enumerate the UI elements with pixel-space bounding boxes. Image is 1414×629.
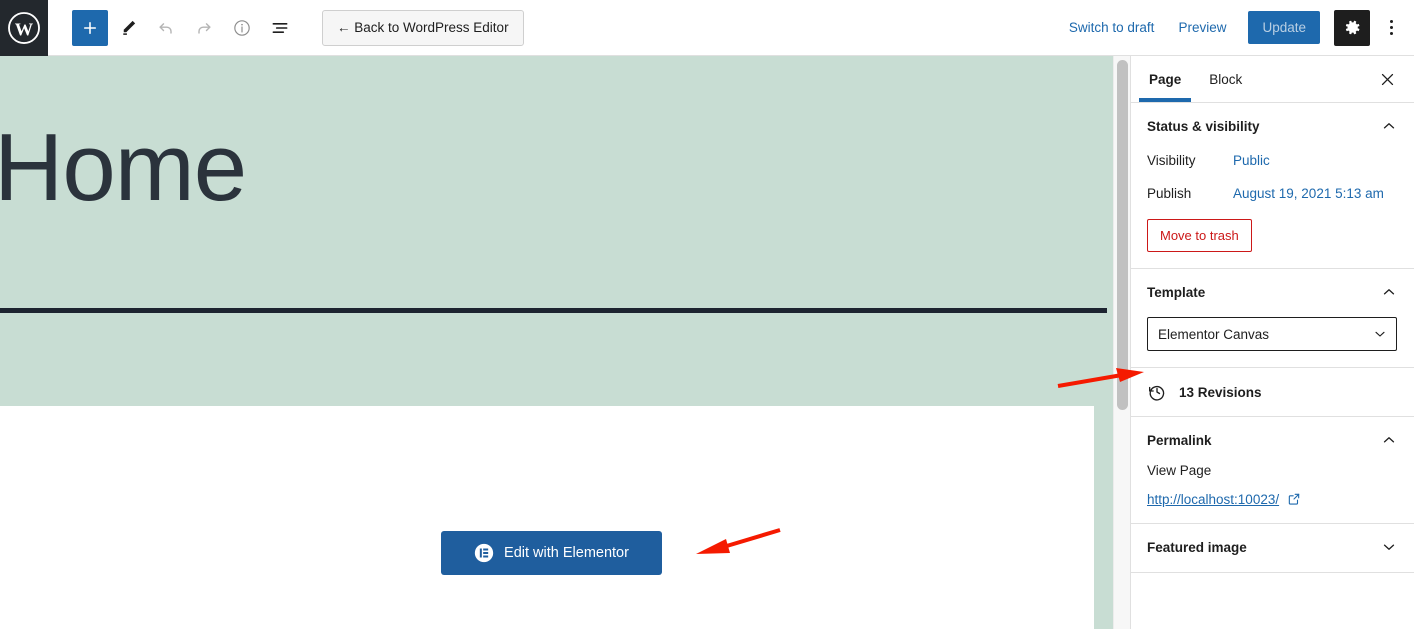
- plus-icon: [83, 21, 97, 34]
- panel-status-visibility: Status & visibility Visibility Public Pu…: [1131, 103, 1414, 269]
- row-publish: Publish August 19, 2021 5:13 am: [1147, 186, 1398, 201]
- chevron-up-icon: [1383, 289, 1395, 295]
- canvas-scrollbar[interactable]: [1113, 56, 1130, 629]
- row-visibility: Visibility Public: [1147, 153, 1398, 168]
- undo-icon: [159, 22, 172, 34]
- history-icon: [1149, 385, 1165, 401]
- view-page-label: View Page: [1147, 463, 1212, 478]
- toolbar-right-group: Switch to draft Preview Update: [1057, 0, 1414, 56]
- close-sidebar-button[interactable]: [1370, 62, 1404, 96]
- panel-featured-image: Featured image: [1131, 524, 1414, 573]
- sidebar-tabs: Page Block: [1131, 56, 1414, 103]
- edit-with-elementor-label: Edit with Elementor: [504, 545, 629, 561]
- panel-status-visibility-header[interactable]: Status & visibility: [1147, 117, 1398, 135]
- editor-toolbar: W ← Back to WordPress Editor Switch to d…: [0, 0, 1414, 56]
- chevron-up-icon: [1383, 437, 1395, 443]
- chevron-up-icon: [1383, 123, 1395, 129]
- permalink-row: http://localhost:10023/: [1147, 492, 1398, 507]
- panel-permalink: Permalink View Page http://localhost:100…: [1131, 417, 1414, 524]
- info-icon: [234, 19, 250, 36]
- site-title: Home: [0, 114, 247, 221]
- site-header-area: Home: [0, 56, 1113, 406]
- list-view-icon: [272, 22, 288, 33]
- chevron-down-icon: [1383, 544, 1395, 550]
- wordpress-logo-button[interactable]: W: [0, 0, 48, 56]
- revisions-button[interactable]: 13 Revisions: [1131, 368, 1414, 417]
- panel-status-visibility-title: Status & visibility: [1147, 118, 1260, 134]
- tools-button[interactable]: [110, 10, 146, 46]
- panel-permalink-title: Permalink: [1147, 432, 1212, 448]
- back-to-wordpress-editor-button[interactable]: ← Back to WordPress Editor: [322, 9, 524, 46]
- pencil-icon: [122, 20, 135, 35]
- panel-featured-image-title: Featured image: [1147, 539, 1247, 555]
- switch-to-draft-button[interactable]: Switch to draft: [1057, 12, 1167, 43]
- chevron-down-icon: [1375, 331, 1385, 337]
- revisions-label: 13 Revisions: [1179, 384, 1262, 400]
- visibility-value-button[interactable]: Public: [1233, 153, 1270, 168]
- elementor-icon: [474, 543, 494, 563]
- permalink-url[interactable]: http://localhost:10023/: [1147, 492, 1279, 507]
- details-button[interactable]: [224, 10, 260, 46]
- panel-permalink-header[interactable]: Permalink: [1147, 431, 1398, 449]
- external-link-icon[interactable]: [1287, 492, 1301, 506]
- publish-date-button[interactable]: August 19, 2021 5:13 am: [1233, 186, 1384, 201]
- settings-button[interactable]: [1334, 9, 1370, 46]
- panel-template: Template Elementor Canvas: [1131, 269, 1414, 368]
- template-select[interactable]: Elementor Canvas: [1147, 317, 1397, 351]
- redo-icon: [198, 22, 211, 34]
- tab-page[interactable]: Page: [1135, 56, 1195, 102]
- update-button[interactable]: Update: [1248, 11, 1320, 44]
- tab-block[interactable]: Block: [1195, 56, 1256, 102]
- template-select-value: Elementor Canvas: [1158, 326, 1270, 342]
- kebab-dot: [1389, 32, 1393, 35]
- wordpress-icon: W: [8, 11, 40, 44]
- editor-canvas[interactable]: Home Edit with Elementor: [0, 56, 1113, 629]
- toolbar-left-group: ← Back to WordPress Editor: [48, 9, 524, 46]
- move-to-trash-button[interactable]: Move to trash: [1147, 219, 1252, 252]
- preview-button[interactable]: Preview: [1166, 12, 1238, 43]
- panel-featured-image-header[interactable]: Featured image: [1147, 538, 1398, 556]
- close-icon: [1381, 73, 1393, 85]
- more-options-button[interactable]: [1376, 10, 1406, 46]
- wordpress-block-editor: W ← Back to WordPress Editor Switch to d…: [0, 0, 1414, 629]
- svg-text:W: W: [15, 19, 34, 39]
- kebab-dot: [1389, 20, 1393, 23]
- kebab-dot: [1389, 26, 1393, 29]
- scrollbar-thumb[interactable]: [1117, 60, 1128, 410]
- panel-template-header[interactable]: Template: [1147, 283, 1398, 301]
- header-divider: [0, 308, 1107, 313]
- edit-with-elementor-button[interactable]: Edit with Elementor: [441, 531, 662, 575]
- publish-label: Publish: [1147, 186, 1192, 201]
- gear-icon: [1345, 20, 1359, 35]
- panel-template-title: Template: [1147, 284, 1206, 300]
- list-view-button[interactable]: [262, 10, 298, 46]
- visibility-label: Visibility: [1147, 153, 1196, 168]
- settings-sidebar: Page Block Status & visibility Visibilit…: [1130, 56, 1414, 629]
- redo-button[interactable]: [186, 10, 222, 46]
- undo-button[interactable]: [148, 10, 184, 46]
- add-block-button[interactable]: [72, 9, 108, 46]
